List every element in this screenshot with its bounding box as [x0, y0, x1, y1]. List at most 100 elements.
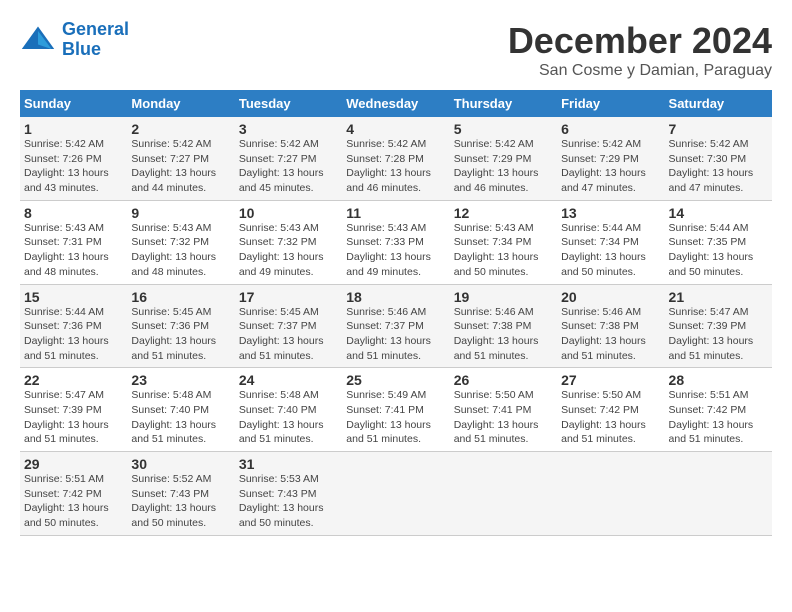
- day-info: Sunrise: 5:42 AMSunset: 7:27 PMDaylight:…: [239, 138, 324, 194]
- header-monday: Monday: [127, 90, 234, 117]
- day-info: Sunrise: 5:45 AMSunset: 7:37 PMDaylight:…: [239, 306, 324, 362]
- day-info: Sunrise: 5:47 AMSunset: 7:39 PMDaylight:…: [24, 389, 109, 445]
- day-info: Sunrise: 5:46 AMSunset: 7:38 PMDaylight:…: [561, 306, 646, 362]
- day-number: 24: [239, 372, 338, 388]
- header-wednesday: Wednesday: [342, 90, 449, 117]
- day-number: 29: [24, 456, 123, 472]
- day-info: Sunrise: 5:45 AMSunset: 7:36 PMDaylight:…: [131, 306, 216, 362]
- day-info: Sunrise: 5:42 AMSunset: 7:30 PMDaylight:…: [669, 138, 754, 194]
- day-cell: [450, 452, 557, 536]
- logo-general: General: [62, 19, 129, 39]
- day-cell: 5 Sunrise: 5:42 AMSunset: 7:29 PMDayligh…: [450, 117, 557, 200]
- day-number: 1: [24, 121, 123, 137]
- page-header: General Blue December 2024 San Cosme y D…: [20, 20, 772, 80]
- day-info: Sunrise: 5:42 AMSunset: 7:29 PMDaylight:…: [561, 138, 646, 194]
- day-number: 9: [131, 205, 230, 221]
- day-cell: 9 Sunrise: 5:43 AMSunset: 7:32 PMDayligh…: [127, 200, 234, 284]
- day-info: Sunrise: 5:52 AMSunset: 7:43 PMDaylight:…: [131, 473, 216, 529]
- calendar-header: SundayMondayTuesdayWednesdayThursdayFrid…: [20, 90, 772, 117]
- header-saturday: Saturday: [665, 90, 772, 117]
- main-title: December 2024: [508, 20, 772, 62]
- day-number: 25: [346, 372, 445, 388]
- week-row-2: 8 Sunrise: 5:43 AMSunset: 7:31 PMDayligh…: [20, 200, 772, 284]
- day-cell: 20 Sunrise: 5:46 AMSunset: 7:38 PMDaylig…: [557, 284, 664, 368]
- day-number: 21: [669, 289, 768, 305]
- day-number: 28: [669, 372, 768, 388]
- calendar-body: 1 Sunrise: 5:42 AMSunset: 7:26 PMDayligh…: [20, 117, 772, 535]
- day-cell: 19 Sunrise: 5:46 AMSunset: 7:38 PMDaylig…: [450, 284, 557, 368]
- day-number: 30: [131, 456, 230, 472]
- day-info: Sunrise: 5:43 AMSunset: 7:33 PMDaylight:…: [346, 222, 431, 278]
- day-number: 20: [561, 289, 660, 305]
- day-number: 16: [131, 289, 230, 305]
- day-cell: 26 Sunrise: 5:50 AMSunset: 7:41 PMDaylig…: [450, 368, 557, 452]
- day-cell: 2 Sunrise: 5:42 AMSunset: 7:27 PMDayligh…: [127, 117, 234, 200]
- day-number: 27: [561, 372, 660, 388]
- day-cell: 14 Sunrise: 5:44 AMSunset: 7:35 PMDaylig…: [665, 200, 772, 284]
- day-cell: 3 Sunrise: 5:42 AMSunset: 7:27 PMDayligh…: [235, 117, 342, 200]
- day-info: Sunrise: 5:42 AMSunset: 7:28 PMDaylight:…: [346, 138, 431, 194]
- week-row-3: 15 Sunrise: 5:44 AMSunset: 7:36 PMDaylig…: [20, 284, 772, 368]
- day-cell: [342, 452, 449, 536]
- day-cell: 25 Sunrise: 5:49 AMSunset: 7:41 PMDaylig…: [342, 368, 449, 452]
- day-cell: 1 Sunrise: 5:42 AMSunset: 7:26 PMDayligh…: [20, 117, 127, 200]
- day-number: 6: [561, 121, 660, 137]
- week-row-5: 29 Sunrise: 5:51 AMSunset: 7:42 PMDaylig…: [20, 452, 772, 536]
- day-info: Sunrise: 5:49 AMSunset: 7:41 PMDaylight:…: [346, 389, 431, 445]
- day-cell: 6 Sunrise: 5:42 AMSunset: 7:29 PMDayligh…: [557, 117, 664, 200]
- day-number: 2: [131, 121, 230, 137]
- day-cell: 15 Sunrise: 5:44 AMSunset: 7:36 PMDaylig…: [20, 284, 127, 368]
- day-info: Sunrise: 5:48 AMSunset: 7:40 PMDaylight:…: [239, 389, 324, 445]
- week-row-4: 22 Sunrise: 5:47 AMSunset: 7:39 PMDaylig…: [20, 368, 772, 452]
- day-info: Sunrise: 5:48 AMSunset: 7:40 PMDaylight:…: [131, 389, 216, 445]
- day-info: Sunrise: 5:42 AMSunset: 7:29 PMDaylight:…: [454, 138, 539, 194]
- day-cell: 11 Sunrise: 5:43 AMSunset: 7:33 PMDaylig…: [342, 200, 449, 284]
- day-cell: 21 Sunrise: 5:47 AMSunset: 7:39 PMDaylig…: [665, 284, 772, 368]
- day-number: 4: [346, 121, 445, 137]
- day-info: Sunrise: 5:43 AMSunset: 7:32 PMDaylight:…: [239, 222, 324, 278]
- day-info: Sunrise: 5:42 AMSunset: 7:27 PMDaylight:…: [131, 138, 216, 194]
- header-tuesday: Tuesday: [235, 90, 342, 117]
- header-friday: Friday: [557, 90, 664, 117]
- day-number: 3: [239, 121, 338, 137]
- day-number: 31: [239, 456, 338, 472]
- day-cell: 10 Sunrise: 5:43 AMSunset: 7:32 PMDaylig…: [235, 200, 342, 284]
- day-info: Sunrise: 5:53 AMSunset: 7:43 PMDaylight:…: [239, 473, 324, 529]
- day-info: Sunrise: 5:51 AMSunset: 7:42 PMDaylight:…: [24, 473, 109, 529]
- day-number: 17: [239, 289, 338, 305]
- day-info: Sunrise: 5:51 AMSunset: 7:42 PMDaylight:…: [669, 389, 754, 445]
- day-number: 18: [346, 289, 445, 305]
- day-cell: 31 Sunrise: 5:53 AMSunset: 7:43 PMDaylig…: [235, 452, 342, 536]
- title-section: December 2024 San Cosme y Damian, Paragu…: [508, 20, 772, 80]
- day-cell: [665, 452, 772, 536]
- logo-blue: Blue: [62, 39, 101, 59]
- day-cell: 17 Sunrise: 5:45 AMSunset: 7:37 PMDaylig…: [235, 284, 342, 368]
- day-number: 10: [239, 205, 338, 221]
- calendar-table: SundayMondayTuesdayWednesdayThursdayFrid…: [20, 90, 772, 536]
- day-info: Sunrise: 5:46 AMSunset: 7:38 PMDaylight:…: [454, 306, 539, 362]
- day-cell: 8 Sunrise: 5:43 AMSunset: 7:31 PMDayligh…: [20, 200, 127, 284]
- day-number: 23: [131, 372, 230, 388]
- day-info: Sunrise: 5:43 AMSunset: 7:34 PMDaylight:…: [454, 222, 539, 278]
- day-cell: 22 Sunrise: 5:47 AMSunset: 7:39 PMDaylig…: [20, 368, 127, 452]
- day-number: 12: [454, 205, 553, 221]
- day-info: Sunrise: 5:42 AMSunset: 7:26 PMDaylight:…: [24, 138, 109, 194]
- day-info: Sunrise: 5:44 AMSunset: 7:34 PMDaylight:…: [561, 222, 646, 278]
- header-sunday: Sunday: [20, 90, 127, 117]
- day-info: Sunrise: 5:50 AMSunset: 7:42 PMDaylight:…: [561, 389, 646, 445]
- day-cell: 12 Sunrise: 5:43 AMSunset: 7:34 PMDaylig…: [450, 200, 557, 284]
- day-number: 7: [669, 121, 768, 137]
- header-row: SundayMondayTuesdayWednesdayThursdayFrid…: [20, 90, 772, 117]
- day-cell: 27 Sunrise: 5:50 AMSunset: 7:42 PMDaylig…: [557, 368, 664, 452]
- day-cell: 30 Sunrise: 5:52 AMSunset: 7:43 PMDaylig…: [127, 452, 234, 536]
- day-info: Sunrise: 5:44 AMSunset: 7:35 PMDaylight:…: [669, 222, 754, 278]
- day-cell: [557, 452, 664, 536]
- day-number: 19: [454, 289, 553, 305]
- day-number: 14: [669, 205, 768, 221]
- day-info: Sunrise: 5:43 AMSunset: 7:32 PMDaylight:…: [131, 222, 216, 278]
- day-number: 5: [454, 121, 553, 137]
- day-info: Sunrise: 5:50 AMSunset: 7:41 PMDaylight:…: [454, 389, 539, 445]
- subtitle: San Cosme y Damian, Paraguay: [508, 62, 772, 80]
- day-number: 26: [454, 372, 553, 388]
- day-info: Sunrise: 5:43 AMSunset: 7:31 PMDaylight:…: [24, 222, 109, 278]
